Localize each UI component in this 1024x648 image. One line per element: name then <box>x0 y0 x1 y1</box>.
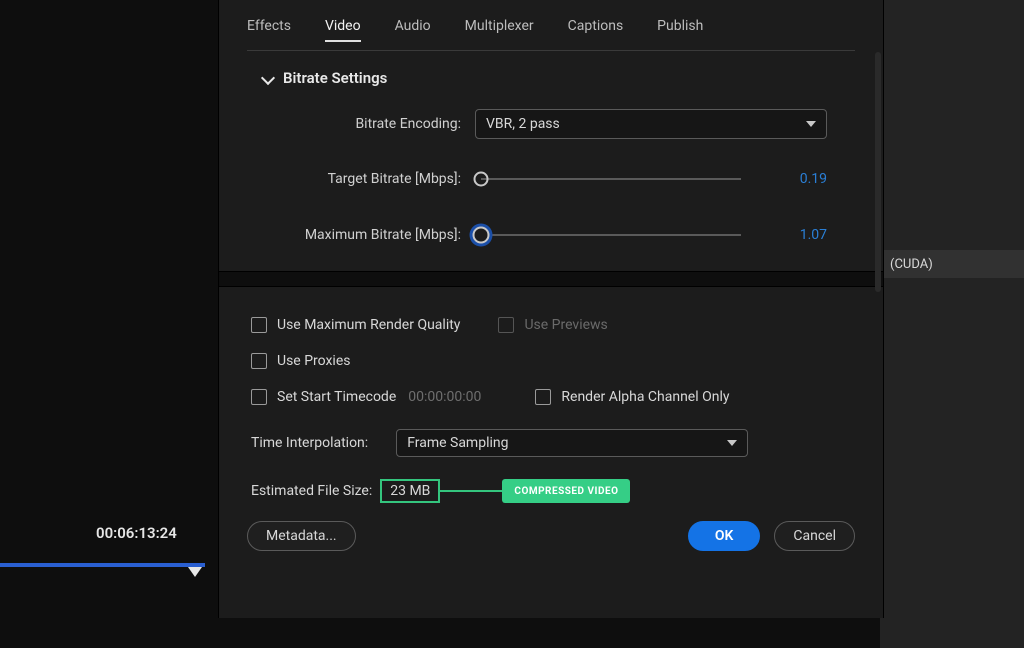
time-interpolation-label: Time Interpolation: <box>251 435 368 451</box>
chevron-down-icon <box>727 440 737 446</box>
time-interpolation-select[interactable]: Frame Sampling <box>396 429 748 457</box>
use-max-render-checkbox[interactable] <box>251 317 267 333</box>
ok-button[interactable]: OK <box>688 521 761 551</box>
bitrate-encoding-value: VBR, 2 pass <box>486 116 560 132</box>
estimated-size-label: Estimated File Size: <box>251 483 372 499</box>
tab-publish[interactable]: Publish <box>657 18 703 42</box>
use-proxies-checkbox[interactable] <box>251 353 267 369</box>
timeline-timecode: 00:06:13:24 <box>96 524 177 542</box>
bitrate-section-title: Bitrate Settings <box>283 69 387 87</box>
panel-divider <box>219 271 883 287</box>
target-bitrate-value[interactable]: 0.19 <box>767 171 827 187</box>
chevron-down-icon <box>261 71 275 85</box>
use-max-render-label: Use Maximum Render Quality <box>277 317 460 333</box>
bitrate-section-header[interactable]: Bitrate Settings <box>219 51 883 101</box>
start-timecode-value[interactable]: 00:00:00:00 <box>408 389 481 405</box>
background-right-panel <box>880 0 1024 648</box>
cuda-row: (CUDA) <box>880 250 1024 278</box>
timeline-playhead-icon[interactable] <box>188 567 202 577</box>
tab-multiplexer[interactable]: Multiplexer <box>465 18 534 42</box>
slider-thumb[interactable] <box>474 172 489 187</box>
bitrate-encoding-label: Bitrate Encoding: <box>247 116 475 132</box>
tab-effects[interactable]: Effects <box>247 18 291 42</box>
annotation-badge: COMPRESSED VIDEO <box>502 479 630 503</box>
timeline-track[interactable] <box>0 563 205 567</box>
target-bitrate-label: Target Bitrate [Mbps]: <box>247 171 475 187</box>
time-interpolation-value: Frame Sampling <box>407 435 508 451</box>
metadata-button[interactable]: Metadata... <box>247 521 356 551</box>
target-bitrate-slider[interactable] <box>481 178 741 180</box>
render-alpha-checkbox[interactable] <box>535 389 551 405</box>
bitrate-encoding-select[interactable]: VBR, 2 pass <box>475 109 827 139</box>
estimated-size-value: 23 MB <box>380 479 440 503</box>
tab-captions[interactable]: Captions <box>568 18 624 42</box>
scrollbar[interactable] <box>875 52 881 292</box>
cuda-label: (CUDA) <box>890 257 933 272</box>
slider-thumb[interactable] <box>473 227 490 244</box>
max-bitrate-label: Maximum Bitrate [Mbps]: <box>247 227 475 243</box>
tab-audio[interactable]: Audio <box>395 18 431 42</box>
render-alpha-label: Render Alpha Channel Only <box>561 389 729 405</box>
use-proxies-label: Use Proxies <box>277 353 350 369</box>
annotation-connector <box>440 490 502 492</box>
use-previews-checkbox <box>498 317 514 333</box>
cancel-button[interactable]: Cancel <box>774 521 855 551</box>
set-start-timecode-label: Set Start Timecode <box>277 389 396 405</box>
set-start-timecode-checkbox[interactable] <box>251 389 267 405</box>
max-bitrate-value[interactable]: 1.07 <box>767 227 827 243</box>
max-bitrate-slider[interactable] <box>481 234 741 236</box>
timeline-fragment: 00:06:13:24 <box>0 478 205 578</box>
use-previews-label: Use Previews <box>524 317 607 333</box>
chevron-down-icon <box>806 121 816 127</box>
tab-bar: Effects Video Audio Multiplexer Captions… <box>219 0 883 50</box>
export-settings-dialog: Effects Video Audio Multiplexer Captions… <box>218 0 884 618</box>
tab-video[interactable]: Video <box>325 18 361 42</box>
